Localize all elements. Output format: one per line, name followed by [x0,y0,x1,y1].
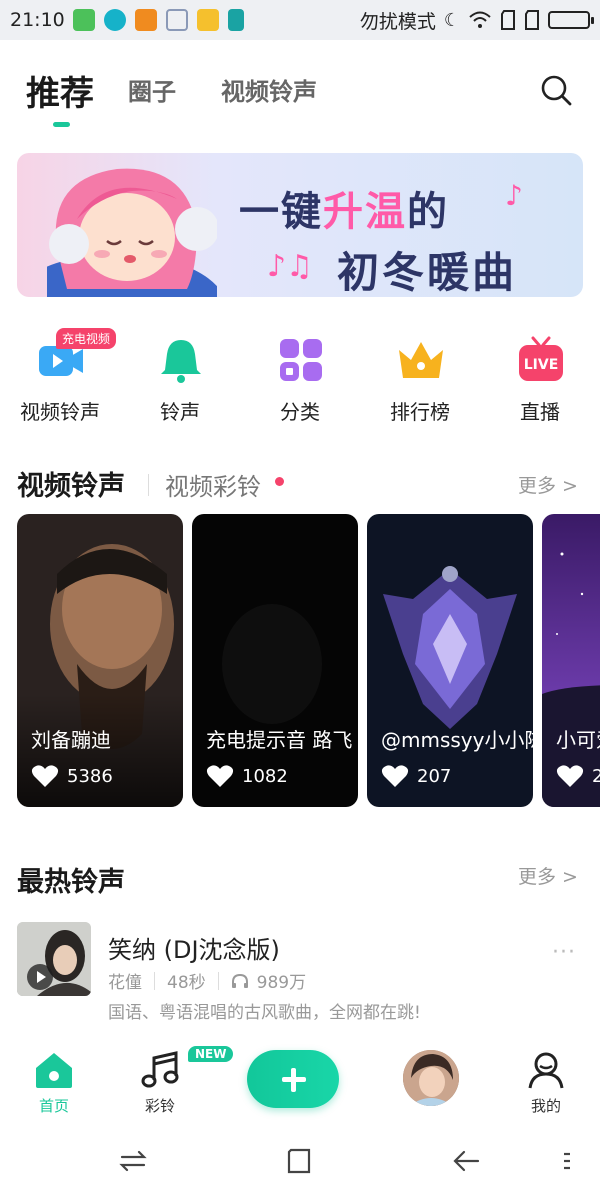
usb-icon [227,9,244,31]
home-icon [36,1053,72,1088]
nav-home[interactable]: 首页 [4,1040,104,1120]
video-card-likes: 5386 [31,764,113,788]
heart-icon[interactable] [381,764,409,788]
video-section-subtitle[interactable]: 视频彩铃 [165,467,261,502]
video-card[interactable]: @mmssyy小小陈 207 [367,514,533,807]
top-tabs: 推荐 圈子 视频铃声 [0,40,600,140]
quick-nav: 充电视频 视频铃声 铃声 分类 排行榜 LIVE 直播 [0,320,600,430]
video-card-title: 充电提示音 路飞 [206,728,353,752]
song-title: 笑纳 (DJ沈念版) [108,936,280,964]
quicknav-label: 视频铃声 [20,400,100,424]
new-badge: NEW [188,1046,234,1062]
tab-video-ringtone[interactable]: 视频铃声 [221,72,317,107]
switch-icon[interactable] [118,1146,148,1176]
video-card[interactable]: 充电提示音 路飞 1082 [192,514,358,807]
banner-girl-illustration [47,168,217,297]
video-card-title: @mmssyy小小陈 [381,728,533,752]
nav-label: 首页 [38,1097,69,1115]
video-card-list: 刘备蹦迪 5386 充电提示音 路飞 1082 @mmssyy小小陈 207 小… [17,514,600,808]
avatar-image [403,1050,459,1106]
avatar[interactable] [403,1050,459,1106]
nav-mine[interactable]: 我的 [496,1040,596,1120]
meta-divider [217,971,219,990]
home-square-icon[interactable] [285,1146,315,1176]
song-play-count: 989万 [256,973,307,993]
plus-icon[interactable] [247,1050,339,1108]
song-cover-art [17,922,91,996]
sync-icon [103,9,126,31]
like-count: 1082 [242,765,288,787]
folder-icon [196,9,219,31]
hot-section-more-link[interactable]: 更多 > [518,862,578,889]
quicknav-label: 分类 [280,400,320,424]
promo-banner[interactable]: ♪ 一键升温的 ♪♫ 初冬暖曲 [17,153,583,297]
status-bar: 21:10 勿扰模式 ☾ [0,0,600,40]
battery-icon [548,11,594,29]
broom-icon [165,9,188,31]
wifi-icon [469,11,491,28]
quicknav-badge: 充电视频 [56,328,117,349]
banner-notes-icon: ♪♫ [267,249,314,284]
video-card-title: 小可爱 [556,728,600,752]
section-divider [148,474,149,496]
video-card[interactable]: 小可爱 2 [542,514,600,807]
like-count: 207 [417,765,452,787]
hot-section-title: 最热铃声 [17,867,125,898]
back-icon[interactable] [452,1146,482,1176]
moon-icon: ☾ [443,9,460,31]
play-icon[interactable] [27,964,53,990]
sim2-icon [525,10,539,30]
bottom-nav: 首页 彩铃 NEW 我的 [0,1040,600,1120]
song-duration: 48秒 [167,973,206,993]
nav-label: 我的 [530,1097,561,1115]
tab-recommend[interactable]: 推荐 [26,66,94,115]
song-cover [17,922,91,996]
heart-icon[interactable] [206,764,234,788]
song-row[interactable]: 笑纳 (DJ沈念版) 花僮 48秒 989万 国语、粤语混唱的古风歌曲，全网都在… [17,920,583,1030]
banner-headline: 一键升温的 [239,189,449,235]
video-card-likes: 2 [556,764,600,788]
video-card-likes: 1082 [206,764,288,788]
search-icon[interactable] [538,72,574,108]
song-description: 国语、粤语混唱的古风歌曲，全网都在跳! [108,1003,421,1023]
like-count: 5386 [67,765,113,787]
warning-icon [134,9,157,31]
song-meta: 花僮 48秒 989万 [108,968,306,993]
quicknav-label: 铃声 [160,400,200,424]
grid-icon [280,339,322,381]
video-card-title: 刘备蹦迪 [31,728,111,752]
heart-icon[interactable] [556,764,584,788]
tab-circle[interactable]: 圈子 [128,72,176,107]
banner-subline: 初冬暖曲 [337,248,518,297]
nav-label: 彩铃 [144,1097,175,1115]
system-nav-bar [0,1120,600,1200]
tab-active-indicator [53,122,70,127]
bell-icon [161,340,201,383]
calendar-icon [72,9,95,31]
video-section-more-link[interactable]: 更多 > [518,471,578,498]
dnd-mode-text: 勿扰模式 [359,10,436,33]
crown-icon [399,342,443,378]
song-artist: 花僮 [108,973,142,993]
sim-icon [501,10,515,30]
video-card[interactable]: 刘备蹦迪 5386 [17,514,183,807]
meta-divider [154,971,155,990]
user-icon [528,1052,564,1089]
menu-icon[interactable] [558,1146,588,1176]
quicknav-label: 排行榜 [390,400,450,424]
song-more-button[interactable]: ··· [552,940,576,965]
like-count: 2 [592,765,600,787]
live-tv-icon: LIVE [519,336,563,381]
status-time: 21:10 [10,9,65,31]
banner-music-note-icon: ♪ [505,179,523,212]
music-note-icon [141,1051,179,1088]
headphones-icon [231,973,248,988]
video-card-likes: 207 [381,764,451,788]
heart-icon[interactable] [31,764,59,788]
quicknav-label: 直播 [520,400,560,424]
live-icon-text: LIVE [524,357,559,373]
video-section-title[interactable]: 视频铃声 [17,464,125,503]
unread-dot [275,477,284,486]
